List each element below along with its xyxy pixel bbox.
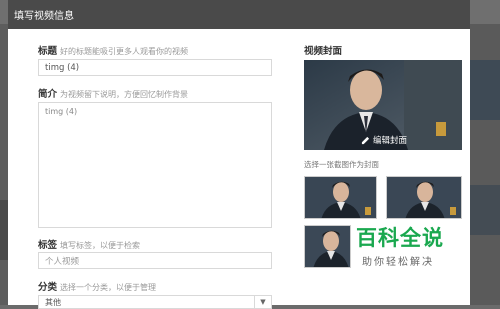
cover-thumbnail[interactable] — [304, 176, 377, 219]
tags-hint: 填写标签，以便于检索 — [60, 241, 141, 250]
intro-label: 简介 — [38, 89, 58, 100]
chevron-down-icon[interactable]: ▼ — [254, 296, 271, 308]
cover-thumbnail[interactable] — [304, 225, 351, 268]
category-hint: 选择一个分类，以便于管理 — [60, 283, 157, 292]
background-page-left — [0, 24, 8, 305]
intro-textarea-value: timg (4) — [45, 107, 78, 116]
dialog-title: 填写视频信息 — [14, 11, 74, 22]
intro-field-label: 简介 为视频留下说明，方便回忆制作背景 — [38, 86, 188, 100]
tags-input[interactable]: 个人视频 — [38, 252, 272, 269]
background-thumbnail — [470, 185, 500, 235]
category-select[interactable]: 其他 ▼ — [38, 295, 272, 309]
tags-field-label: 标签 填写标签，以便于检索 — [38, 237, 140, 251]
thumbnail-hint: 选择一张截图作为封面 — [304, 160, 379, 169]
intro-hint: 为视频留下说明，方便回忆制作背景 — [60, 90, 189, 99]
title-input[interactable]: timg (4) — [38, 59, 272, 76]
edit-cover-button[interactable]: 编辑封面 — [361, 134, 407, 146]
background-thumbnail — [470, 60, 500, 120]
watermark: 百科全说 助你轻松解决 — [356, 226, 444, 269]
thumbnail-image — [305, 226, 350, 267]
thumbnail-image — [305, 177, 376, 218]
category-label: 分类 — [38, 282, 58, 293]
watermark-title: 百科全说 — [356, 226, 444, 250]
tags-input-placeholder: 个人视频 — [45, 256, 80, 267]
category-field-label: 分类 选择一个分类，以便于管理 — [38, 279, 156, 293]
cover-title: 视频封面 — [304, 46, 343, 57]
watermark-subtitle: 助你轻松解决 — [362, 257, 434, 268]
title-label: 标题 — [38, 46, 58, 57]
title-input-value: timg (4) — [45, 62, 80, 73]
cover-preview[interactable]: 编辑封面 — [304, 60, 462, 150]
background-thumbnail — [0, 200, 8, 260]
edit-cover-label: 编辑封面 — [373, 136, 408, 146]
dialog-header: 填写视频信息 — [8, 0, 470, 29]
title-hint: 好的标题能吸引更多人观看你的视频 — [60, 47, 189, 56]
intro-textarea[interactable]: timg (4) — [38, 102, 272, 228]
thumbnail-image — [387, 177, 461, 218]
title-field-label: 标题 好的标题能吸引更多人观看你的视频 — [38, 43, 188, 57]
category-selected-value: 其他 — [45, 297, 61, 307]
tags-label: 标签 — [38, 240, 58, 251]
pencil-icon — [361, 136, 370, 144]
cover-thumbnail[interactable] — [386, 176, 462, 219]
